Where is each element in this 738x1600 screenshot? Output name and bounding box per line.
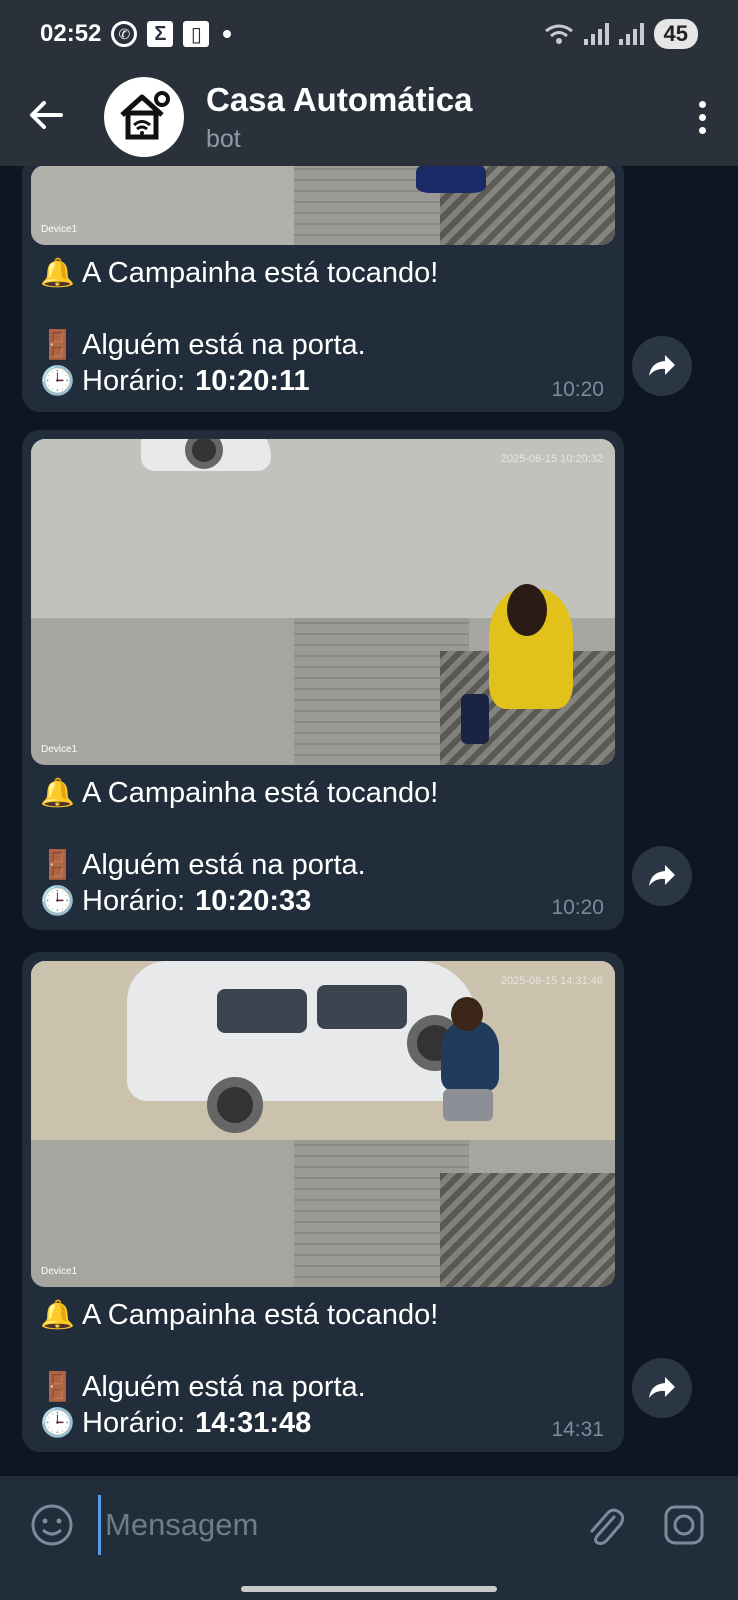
message-bubble[interactable]: 2025-08-15 10:20:32 Device1 🔔 A Campainha… (22, 430, 624, 930)
message-title: A Campainha está tocando! (82, 1299, 439, 1331)
bell-icon: 🔔 (40, 257, 75, 288)
forward-button[interactable] (632, 1358, 692, 1418)
status-time: 02:52 (40, 20, 102, 47)
attach-button[interactable] (574, 1495, 634, 1555)
chat-title: Casa Automática (206, 80, 473, 118)
message-time: 10:20 (551, 378, 604, 401)
camera-timestamp: 2025-08-15 14:31:46 (500, 975, 603, 987)
camera-photo[interactable]: 2025-08-15 14:31:46 Device1 (31, 961, 615, 1287)
message-time: 14:31 (551, 1418, 604, 1441)
home-handle[interactable] (241, 1586, 497, 1592)
avatar[interactable] (104, 77, 184, 157)
camera-button[interactable] (654, 1495, 714, 1555)
time-label: Horário: (82, 885, 186, 917)
sigma-icon: Σ (147, 21, 174, 47)
paperclip-icon (590, 1508, 624, 1545)
message-input-bar (0, 1476, 738, 1574)
system-nav-bar (0, 1574, 738, 1600)
clock-icon: 🕒 (40, 885, 75, 916)
whatsapp-icon: ✆ (111, 21, 138, 47)
message-text: 🔔 A Campainha está tocando! 🚪 Alguém está … (22, 245, 624, 399)
forward-arrow-icon (649, 865, 675, 886)
chat-area[interactable]: Device1 🔔 A Campainha está tocando! 🚪 Algu… (0, 166, 738, 1476)
more-options-button[interactable] (699, 100, 706, 134)
message-input[interactable] (98, 1495, 574, 1555)
message-bubble[interactable]: 2025-08-15 14:31:46 Device1 🔔 A Campainha… (22, 952, 624, 1452)
message-bubble[interactable]: Device1 🔔 A Campainha está tocando! 🚪 Algu… (22, 166, 624, 412)
wifi-icon (544, 24, 573, 44)
message-line: Alguém está na porta. (82, 849, 366, 881)
battery-indicator: 45 (653, 19, 698, 49)
time-label: Horário: (82, 1407, 186, 1439)
status-right: 45 (544, 19, 698, 49)
status-left: 02:52 ✆ Σ ▯ (40, 20, 232, 48)
camera-label: Device1 (41, 224, 78, 235)
arrow-left-icon (30, 100, 63, 129)
door-icon: 🚪 (40, 329, 75, 360)
message-title: A Campainha está tocando! (82, 257, 439, 289)
back-button[interactable] (28, 95, 90, 140)
camera-photo[interactable]: 2025-08-15 10:20:32 Device1 (31, 439, 615, 765)
message-time: 10:20 (551, 896, 604, 919)
instagram-camera-icon (664, 1505, 704, 1545)
time-label: Horário: (82, 365, 186, 397)
signal-icon-2 (618, 23, 644, 45)
signal-icon (583, 23, 609, 45)
emoji-button[interactable] (22, 1495, 82, 1555)
more-vertical-icon (699, 100, 706, 108)
message-text: 🔔 A Campainha está tocando! 🚪 Alguém está … (22, 765, 624, 919)
notification-dot-icon (223, 30, 232, 38)
time-value: 10:20:33 (195, 885, 312, 917)
camera-photo[interactable]: Device1 (31, 166, 615, 245)
camera-timestamp: 2025-08-15 10:20:32 (500, 453, 603, 465)
smart-home-icon (120, 91, 170, 140)
message-text: 🔔 A Campainha está tocando! 🚪 Alguém está … (22, 1287, 624, 1441)
bell-icon: 🔔 (40, 777, 75, 808)
camera-label: Device1 (41, 744, 78, 755)
message-title: A Campainha está tocando! (82, 777, 439, 809)
clock-icon: 🕒 (40, 1407, 75, 1438)
bell-icon: 🔔 (40, 1299, 75, 1330)
chat-header: Casa Automática bot (0, 68, 738, 166)
forward-button[interactable] (632, 336, 692, 396)
door-icon: 🚪 (40, 1371, 75, 1402)
status-bar: 02:52 ✆ Σ ▯ 45 (0, 0, 738, 68)
time-value: 10:20:11 (195, 365, 310, 397)
forward-arrow-icon (649, 1377, 675, 1398)
camera-label: Device1 (41, 1266, 78, 1277)
title-block[interactable]: Casa Automática bot (206, 81, 473, 154)
clock-icon: 🕒 (40, 365, 75, 396)
time-value: 14:31:48 (195, 1407, 312, 1439)
sim-card-icon: ▯ (183, 21, 210, 47)
chat-subtitle: bot (206, 124, 241, 153)
door-icon: 🚪 (40, 849, 75, 880)
message-line: Alguém está na porta. (82, 1371, 366, 1403)
message-line: Alguém está na porta. (82, 329, 366, 361)
smiley-icon (31, 1504, 73, 1546)
forward-button[interactable] (632, 846, 692, 906)
forward-arrow-icon (649, 355, 675, 376)
